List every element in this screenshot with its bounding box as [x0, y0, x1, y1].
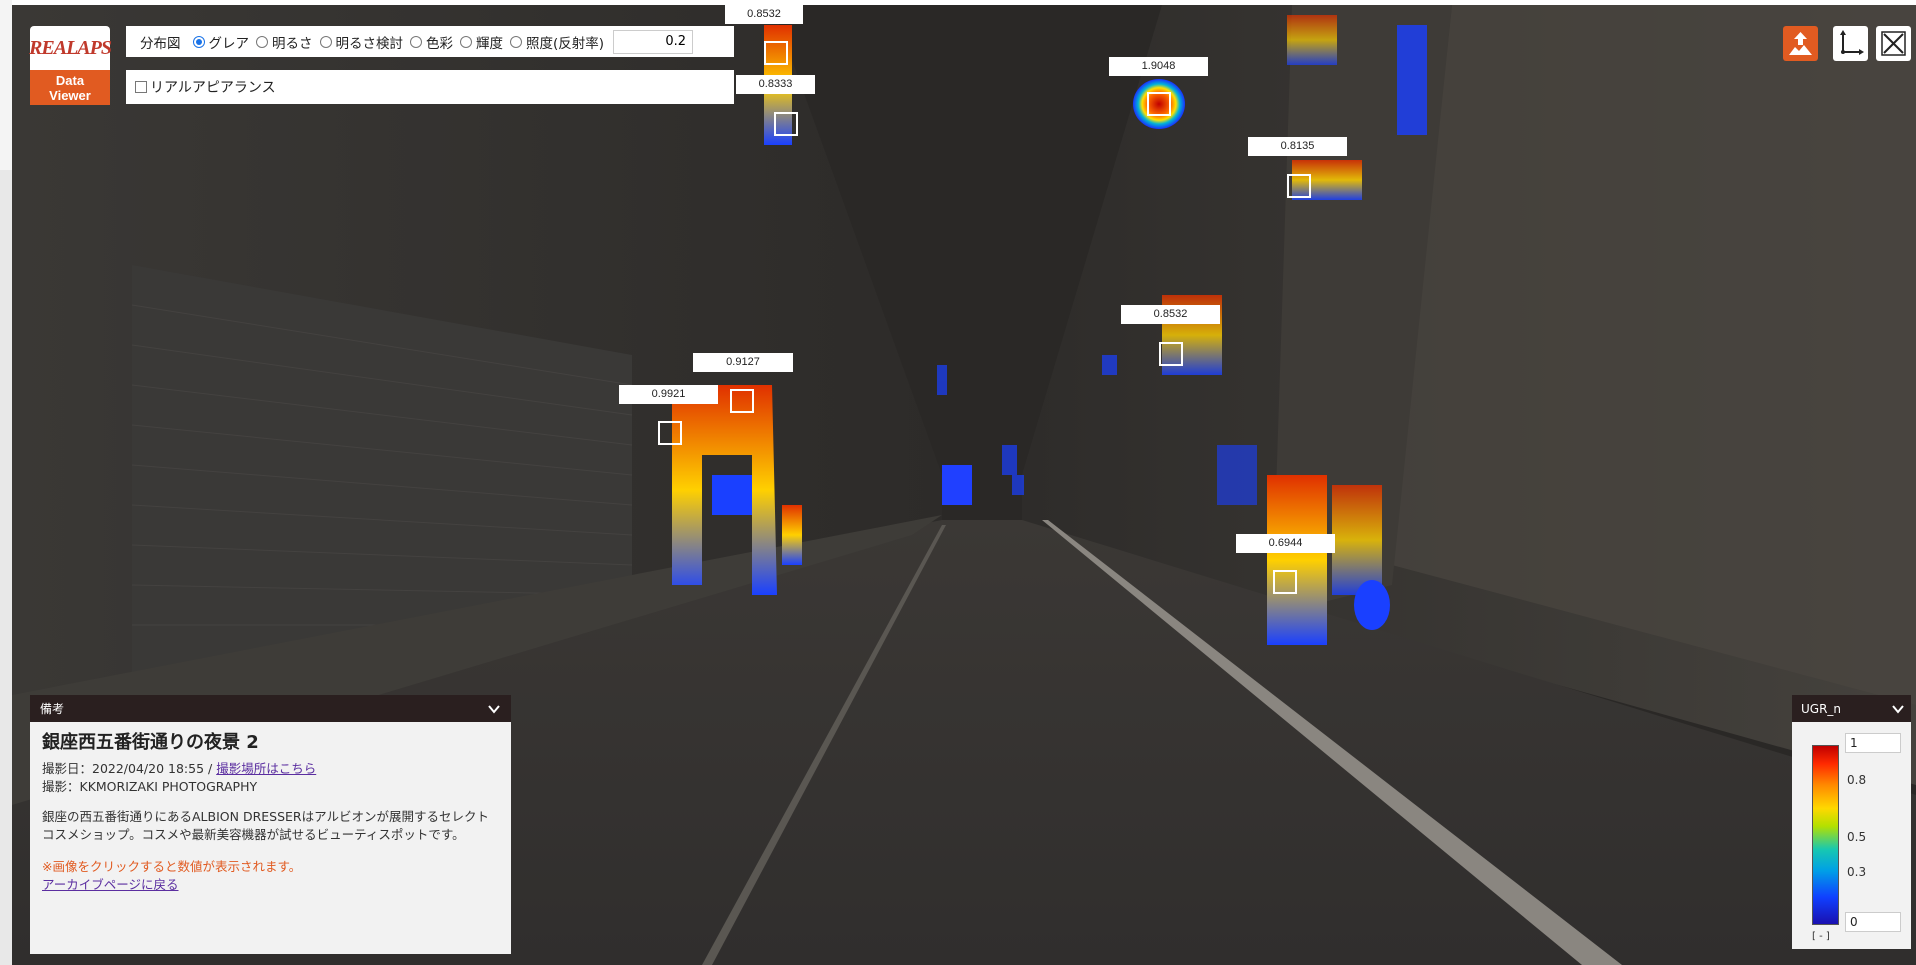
close-cross-icon [1881, 31, 1906, 56]
radio-label: 照度(反射率) [526, 35, 605, 52]
radio-label: 色彩 [426, 35, 453, 52]
glare-value-label: 0.6944 [1236, 534, 1335, 553]
logo-line-2: Viewer [49, 88, 91, 103]
legend-title: UGR_n [1801, 701, 1842, 716]
glare-marker[interactable] [1287, 174, 1311, 198]
glare-value-label: 1.9048 [1109, 57, 1208, 76]
logo-line-1: Data [55, 73, 85, 88]
location-link[interactable]: 撮影場所はこちら [216, 761, 316, 776]
real-appearance-toggle[interactable]: リアルアピアランス [126, 70, 734, 104]
radio-brightness[interactable]: 明るさ [256, 32, 313, 52]
close-view-button[interactable] [1876, 26, 1911, 61]
threshold-input[interactable] [613, 29, 694, 54]
glare-value-label: 0.8135 [1248, 137, 1347, 156]
radio-brightness-study[interactable]: 明るさ検討 [319, 32, 404, 52]
chevron-down-icon[interactable] [1891, 702, 1905, 716]
note-header-label: 備考 [40, 702, 65, 716]
glare-marker[interactable] [774, 112, 798, 136]
glare-value-label: 0.9921 [619, 385, 718, 404]
radio-luminance[interactable]: 輝度 [460, 32, 503, 52]
chevron-down-icon[interactable] [487, 702, 501, 716]
glare-marker[interactable] [764, 41, 788, 65]
radio-dot[interactable] [192, 35, 205, 48]
note-header[interactable]: 備考 [30, 695, 511, 722]
axis-icon [1840, 30, 1864, 55]
legend-min-input[interactable]: 0 [1845, 912, 1901, 932]
note-panel: 備考 銀座西五番街通りの夜景 2 撮影日：2022/04/20 18:55 / … [30, 695, 511, 954]
legend-tick: 0.8 [1847, 773, 1867, 787]
note-body: 銀座西五番街通りの夜景 2 撮影日：2022/04/20 18:55 / 撮影場… [30, 722, 511, 904]
radio-dot[interactable] [256, 35, 268, 48]
note-title: 銀座西五番街通りの夜景 2 [42, 732, 259, 753]
radio-label: 明るさ [272, 35, 313, 52]
legend-tick: 0.3 [1847, 865, 1867, 879]
legend-unit: [ - ] [1812, 931, 1830, 942]
radio-dot[interactable] [510, 35, 522, 48]
radio-illuminance[interactable]: 照度(反射率) [510, 32, 604, 52]
note-warning: ※画像をクリックすると数値が表示されます。 [42, 859, 302, 874]
glare-value-label: 0.8532 [725, 5, 803, 24]
distribution-controls: 分布図 グレア 明るさ 明るさ検討 色彩 輝度 照度(反射率) [126, 26, 734, 57]
axis-button[interactable] [1833, 26, 1868, 61]
real-appearance-label: リアルアピアランス [150, 80, 276, 96]
glare-marker[interactable] [1273, 570, 1297, 594]
glare-value-label: 0.9127 [693, 353, 793, 372]
glare-value-label: 0.8333 [736, 75, 815, 94]
legend-header[interactable]: UGR_n [1792, 695, 1911, 722]
upload-image-icon [1789, 32, 1812, 55]
upload-image-button[interactable] [1783, 26, 1818, 61]
radio-label: グレア [208, 35, 250, 52]
glare-marker[interactable] [1147, 92, 1171, 116]
legend-color-bar [1812, 745, 1839, 925]
glare-marker[interactable] [730, 389, 754, 413]
radio-dot[interactable] [410, 35, 422, 48]
left-edge-strip [0, 0, 12, 965]
radio-dot[interactable] [460, 35, 472, 48]
legend-max-input[interactable]: 1 [1845, 733, 1901, 753]
radio-color[interactable]: 色彩 [410, 32, 453, 52]
glare-marker[interactable] [1159, 342, 1183, 366]
radio-label: 明るさ検討 [335, 35, 404, 52]
glare-value-label: 0.8532 [1121, 305, 1220, 324]
note-date: 撮影日：2022/04/20 18:55 / [42, 761, 217, 776]
note-photographer: 撮影：KKMORIZAKI PHOTOGRAPHY [42, 779, 258, 794]
archive-link[interactable]: アーカイブページに戻る [42, 876, 499, 894]
radio-label: 輝度 [476, 35, 503, 52]
radio-glare[interactable]: グレア [192, 32, 250, 52]
ugr-legend: UGR_n 1 0.8 0.5 0.3 0 [ - ] [1792, 695, 1911, 949]
glare-marker[interactable] [658, 421, 682, 445]
radio-dot[interactable] [319, 35, 332, 48]
note-date-line: 撮影日：2022/04/20 18:55 / 撮影場所はこちら [42, 760, 499, 778]
logo-brand: REALAPS [29, 26, 112, 70]
real-appearance-checkbox[interactable] [135, 81, 147, 93]
realaps-logo[interactable]: REALAPS Data Viewer [29, 26, 112, 105]
distribution-label: 分布図 [140, 35, 181, 52]
legend-tick: 0.5 [1847, 830, 1867, 844]
note-description: 銀座の西五番街通りにあるALBION DRESSERはアルビオンが展開するセレク… [42, 809, 489, 842]
logo-subtitle: Data Viewer [30, 70, 110, 105]
